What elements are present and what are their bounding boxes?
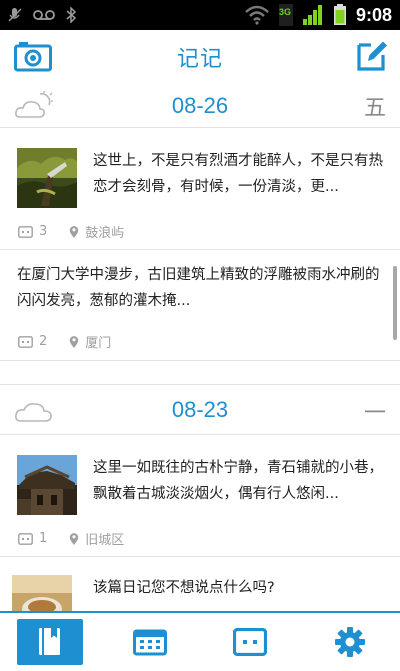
weekday: 五 [363, 96, 386, 121]
wifi-icon [245, 5, 269, 25]
diary-entry[interactable]: 在厦门大学中漫步，古旧建筑上精致的浮雕被雨水冲刷的闪闪发亮，葱郁的灌木掩... … [0, 250, 400, 361]
day-header: 08-23 一 [0, 385, 400, 435]
photo-frame-icon [233, 628, 267, 656]
entry-text: 在厦门大学中漫步，古旧建筑上精致的浮雕被雨水冲刷的闪闪发亮，葱郁的灌木掩... [17, 267, 380, 309]
entry-thumbnail [17, 148, 77, 208]
status-bar: 3G 9:08 [0, 0, 400, 30]
app-title: 记记 [176, 47, 223, 72]
signal-icon [302, 5, 322, 25]
location-label: 鼓浪屿 [85, 226, 125, 241]
compose-icon[interactable] [356, 38, 388, 72]
tab-photos[interactable] [200, 613, 300, 671]
entry-date: 08-23 [171, 396, 229, 422]
diary-entry[interactable]: 这世上，不是只有烈酒才能醉人，不是只有热恋才会刻骨，有时候，一份清淡，更... … [0, 128, 400, 250]
mic-off-icon [8, 8, 22, 22]
camera-icon[interactable] [14, 40, 52, 72]
location-label: 旧城区 [85, 533, 125, 548]
location-label: 厦门 [85, 336, 112, 351]
clock: 9:08 [355, 4, 392, 25]
entry-meta: 1 旧城区 [18, 529, 124, 548]
calendar-icon [133, 629, 167, 656]
location-pin-icon [69, 225, 79, 238]
network-indicator: 3G [278, 4, 293, 26]
photo-count-icon [18, 335, 33, 348]
voicemail-icon [33, 10, 55, 20]
bottom-tab-bar [0, 611, 400, 671]
entry-text: 该篇日记您不想说点什么吗? [93, 580, 275, 596]
entry-date: 08-26 [171, 92, 229, 118]
entry-thumbnail [17, 455, 77, 515]
diary-entry[interactable]: 这里一如既往的古朴宁静，青石铺就的小巷，飘散着古城淡淡烟火，偶有行人悠闲... … [0, 435, 400, 557]
entry-meta: 2 厦门 [18, 332, 111, 351]
settings-gear-icon [335, 627, 365, 657]
location-pin-icon [69, 335, 79, 348]
location-pin-icon [69, 532, 79, 545]
photo-count: 3 [39, 224, 48, 239]
partly-cloudy-icon [15, 91, 53, 118]
battery-icon [333, 4, 346, 25]
tab-settings[interactable] [300, 613, 400, 671]
cloudy-icon [15, 403, 52, 422]
photo-count-icon [18, 532, 33, 545]
photo-count: 1 [39, 531, 48, 546]
day-header: 08-26 五 [0, 84, 400, 128]
day-separator [0, 361, 400, 385]
entry-text: 这里一如既往的古朴宁静，青石铺就的小巷，飘散着古城淡淡烟火，偶有行人悠闲... [93, 460, 383, 502]
entry-thumbnail [12, 575, 72, 614]
weekday: 一 [363, 401, 386, 426]
app-bar: 记记 [0, 30, 400, 84]
entry-meta: 3 鼓浪屿 [18, 222, 124, 241]
scrollbar[interactable] [393, 266, 397, 340]
entry-text: 这世上，不是只有烈酒才能醉人，不是只有热恋才会刻骨，有时候，一份清淡，更... [93, 153, 383, 195]
photo-count-icon [18, 225, 33, 238]
diary-feed[interactable]: 08-26 五 这世上，不是只有烈酒才能醉人，不是只有热恋才会刻骨，有时候，一份… [0, 84, 400, 614]
photo-count: 2 [39, 334, 48, 349]
diary-entry[interactable]: 该篇日记您不想说点什么吗? [0, 557, 400, 614]
bluetooth-icon [66, 7, 76, 23]
tab-calendar[interactable] [100, 613, 200, 671]
tab-diary[interactable] [0, 613, 100, 671]
diary-book-icon [39, 628, 60, 655]
